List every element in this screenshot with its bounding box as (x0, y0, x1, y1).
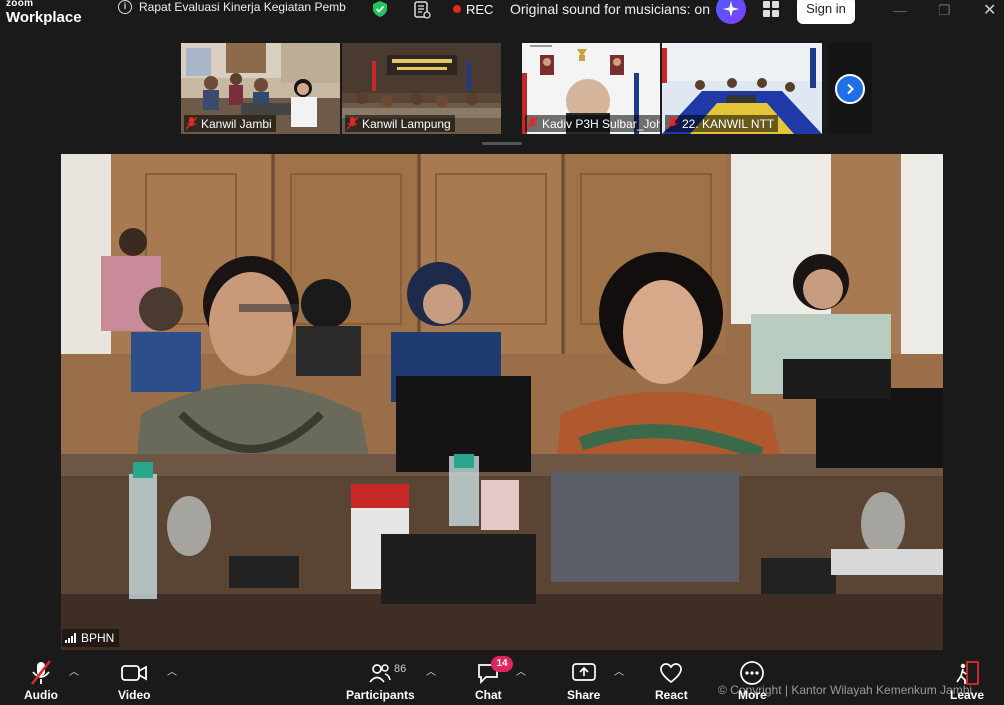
chat-unread-badge: 14 (491, 656, 513, 672)
participants-options-caret-icon[interactable]: ︿ (426, 663, 436, 678)
thumbnail-kanwil-jambi[interactable]: Kanwil Jambi (181, 43, 340, 134)
ai-companion-button[interactable] (716, 0, 746, 24)
audio-options-caret-icon[interactable]: ︿ (69, 663, 79, 678)
next-page-button[interactable] (828, 43, 872, 134)
close-icon[interactable]: ✕ (983, 0, 996, 20)
logo-zoom-text: zoom (6, 0, 34, 9)
maximize-icon[interactable]: ❐ (938, 2, 951, 19)
copyright-watermark: © Copyright | Kantor Wilayah Kemenkum Ja… (718, 683, 973, 697)
chat-label: Chat (475, 688, 502, 702)
chevron-right-icon (835, 73, 865, 104)
thumbnail-name: Kanwil Jambi (201, 116, 272, 131)
zoom-logo: zoom Workplace (6, 0, 82, 25)
thumbnail-name: 22. KANWIL NTT (682, 116, 775, 131)
speaker-video-scene (61, 154, 943, 650)
participants-count: 86 (394, 663, 407, 675)
recording-indicator[interactable]: REC (453, 2, 493, 17)
connection-signal-icon (65, 633, 76, 643)
participants-label: Participants (346, 688, 415, 702)
thumbnail-name: Kadiv P3H Sulbar_Joh... (542, 116, 660, 131)
security-shield-icon[interactable] (371, 0, 389, 23)
chat-options-caret-icon[interactable]: ︿ (516, 663, 526, 678)
strip-resize-handle[interactable] (482, 142, 522, 145)
thumbnail-kadiv-p3h-sulbar[interactable]: Kadiv P3H Sulbar_Joh... (522, 43, 660, 134)
thumbnail-kanwil-ntt[interactable]: 22. KANWIL NTT (662, 43, 822, 134)
audio-button[interactable]: Audio (24, 659, 58, 702)
share-screen-icon (571, 659, 597, 687)
meeting-title: Rapat Evaluasi Kinerja Kegiatan Pemb (139, 0, 346, 14)
share-options-caret-icon[interactable]: ︿ (614, 663, 624, 678)
audio-label: Audio (24, 688, 58, 702)
mic-muted-icon (29, 659, 53, 687)
thumbnail-label: Kanwil Jambi (184, 115, 276, 132)
thumbnail-label: Kadiv P3H Sulbar_Joh... (525, 115, 660, 132)
heart-icon (659, 659, 683, 687)
mic-muted-icon (667, 117, 678, 130)
title-bar: zoom Workplace i Rapat Evaluasi Kinerja … (0, 0, 1004, 34)
active-speaker-label: BPHN (62, 629, 120, 647)
share-label: Share (567, 688, 601, 702)
minimize-icon[interactable]: — (893, 2, 907, 18)
thumbnail-kanwil-lampung[interactable]: Kanwil Lampung (342, 43, 501, 134)
mic-muted-icon (347, 117, 358, 130)
share-button[interactable]: Share (567, 659, 600, 702)
video-button[interactable]: Video (118, 659, 150, 702)
original-sound-status[interactable]: Original sound for musicians: on (510, 1, 710, 17)
logo-workplace-text: Workplace (6, 9, 82, 26)
sign-in-button[interactable]: Sign in (797, 0, 855, 24)
mic-muted-icon (186, 117, 197, 130)
thumbnail-label: 22. KANWIL NTT (665, 115, 779, 132)
mic-muted-icon (527, 117, 538, 130)
thumbnail-name: Kanwil Lampung (362, 116, 451, 131)
react-button[interactable]: React (655, 659, 688, 702)
speaker-name: BPHN (81, 631, 115, 645)
transcript-icon[interactable] (412, 0, 432, 25)
participants-icon (368, 659, 392, 687)
sparkle-icon (723, 1, 739, 17)
thumbnail-label: Kanwil Lampung (345, 115, 455, 132)
video-camera-icon (120, 659, 148, 687)
apps-icon[interactable] (762, 0, 780, 23)
rec-dot-icon (453, 5, 461, 13)
video-label: Video (118, 688, 151, 702)
info-icon[interactable]: i (118, 0, 132, 14)
video-options-caret-icon[interactable]: ︿ (167, 663, 177, 678)
main-video-feed[interactable] (61, 154, 943, 650)
react-label: React (655, 688, 688, 702)
rec-label: REC (466, 2, 494, 17)
